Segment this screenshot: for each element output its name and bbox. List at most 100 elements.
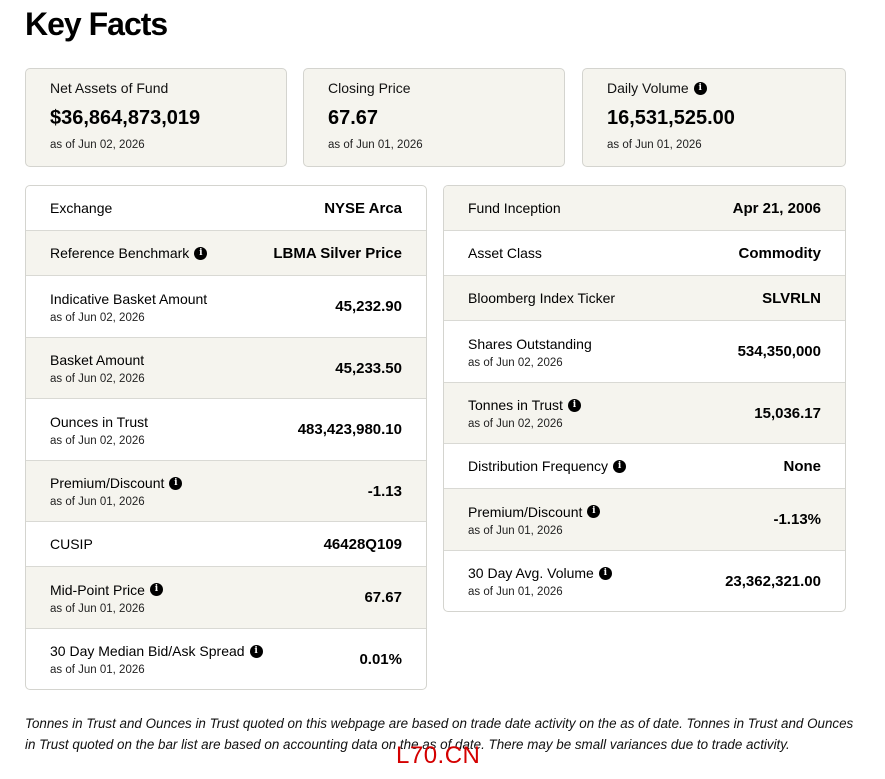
fact-label-text: Distribution Frequency [468,458,609,474]
fact-value: SLVRLN [762,289,821,307]
fact-label: 30 Day Avg. Volume i [468,564,612,582]
fact-label-text: Indicative Basket Amount [50,290,208,307]
fact-value: Commodity [738,244,822,262]
fact-label: Exchange [50,199,112,217]
fact-row-30-day-avg-volume: 30 Day Avg. Volume i as of Jun 01, 2026 23,… [444,550,845,611]
fact-asof: as of Jun 01, 2026 [50,664,145,676]
fact-label: Basket Amount [50,351,145,369]
fact-label-group: Basket Amount as of Jun 02, 2026 [50,351,145,385]
fact-row-premium-discount: Premium/Discount i as of Jun 01, 2026 -1.13 [26,460,426,521]
fact-row-mid-point-price: Mid-Point Price i as of Jun 01, 2026 67.67 [26,566,426,628]
card-daily-volume: Daily Volume i 16,531,525.00 as of Jun 01… [582,68,846,167]
fact-row-basket-amount: Basket Amount as of Jun 02, 2026 45,233.50 [26,337,426,398]
fact-label: Mid-Point Price i [50,581,163,599]
info-icon[interactable]: i [169,476,183,490]
fact-label: Premium/Discount i [50,474,183,492]
fact-asof: as of Jun 01, 2026 [468,524,563,537]
fact-label-text: Fund Inception [468,200,561,216]
card-label: Closing Price [328,79,540,97]
fact-row-tonnes-in-trust: Tonnes in Trust i as of Jun 02, 2026 15,036… [444,382,845,443]
fact-label: Fund Inception [468,199,561,217]
card-net-assets: Net Assets of Fund $36,864,873,019 as of… [25,68,287,167]
fact-asof: as of Jun 02, 2026 [50,373,145,385]
card-label-text: Net Assets of Fund [50,80,169,96]
fact-asof: as of Jun 01, 2026 [50,496,145,508]
fact-label: Shares Outstanding [468,335,592,353]
fact-value: -1.13% [773,511,821,528]
fact-value: 23,362,321.00 [725,572,821,590]
fact-label-group: Distribution Frequency i [468,457,627,475]
fact-value: 0.01% [359,650,402,668]
card-value: 16,531,525.00 [607,107,735,129]
fact-label-text: Tonnes in Trust [468,397,563,413]
fact-label-group: Exchange [50,199,112,217]
fact-value: 45,233.50 [335,359,402,377]
fact-value: NYSE Arca [324,199,402,217]
fact-label-group: Bloomberg Index Ticker [468,289,615,307]
fact-value: 67.67 [364,589,402,606]
info-icon[interactable]: i [194,246,208,260]
info-icon[interactable]: i [693,81,707,95]
card-asof: as of Jun 01, 2026 [607,139,702,151]
fact-label-group: Asset Class [468,244,542,262]
fact-label: CUSIP [50,535,93,553]
fact-label-text: Exchange [50,200,113,216]
info-icon[interactable]: i [249,644,263,658]
fact-label-group: Premium/Discount i as of Jun 01, 2026 [468,503,601,537]
fact-label-group: Fund Inception [468,199,561,217]
fact-asof: as of Jun 01, 2026 [468,586,563,598]
card-asof: as of Jun 01, 2026 [328,139,423,151]
fact-label-group: Reference Benchmark i [50,244,208,262]
fact-asof: as of Jun 02, 2026 [50,434,145,447]
card-value: 67.67 [328,107,379,129]
fact-label: Bloomberg Index Ticker [468,289,615,307]
card-label: Daily Volume i [607,79,821,97]
info-icon[interactable]: i [598,566,612,580]
card-label-text: Closing Price [328,80,411,96]
info-icon[interactable]: i [567,398,581,412]
fact-row-ounces-in-trust: Ounces in Trust as of Jun 02, 2026 483,423… [26,398,426,460]
fact-row-indicative-basket-amount: Indicative Basket Amount as of Jun 02, 20… [26,275,426,337]
info-icon[interactable]: i [587,505,601,518]
fact-value: 46428Q109 [323,535,402,553]
key-facts-table-right: Fund Inception Apr 21, 2006 Asset Class Com… [443,185,846,612]
card-label: Net Assets of Fund [50,79,262,97]
fact-label-group: 30 Day Avg. Volume i as of Jun 01, 2026 [468,564,612,598]
fact-asof: as of Jun 02, 2026 [468,418,563,430]
fact-value: LBMA Silver Price [273,244,402,262]
fact-value: -1.13 [367,482,402,500]
fact-label-text: CUSIP [50,536,93,552]
fact-label-text: Basket Amount [50,352,145,368]
fact-label-group: 30 Day Median Bid/Ask Spread i as of Jun 0… [50,642,263,676]
fact-label-text: Shares Outstanding [468,335,592,352]
fact-row-premium-discount: Premium/Discount i as of Jun 01, 2026 -1.13… [444,488,845,550]
fact-label: Tonnes in Trust i [468,396,581,414]
fact-label-text: Mid-Point Price [50,581,145,598]
fact-label: Ounces in Trust [50,413,148,431]
fact-label: Distribution Frequency i [468,457,627,475]
fact-row-30-day-median-bid-ask-spread: 30 Day Median Bid/Ask Spread i as of Jun 0… [26,628,426,689]
card-asof: as of Jun 02, 2026 [50,139,145,151]
fact-row-bloomberg-index-ticker: Bloomberg Index Ticker SLVRLN [444,275,845,320]
fact-row-exchange: Exchange NYSE Arca [26,186,426,230]
fact-row-reference-benchmark: Reference Benchmark i LBMA Silver Price [26,230,426,275]
fact-label-group: CUSIP [50,535,93,553]
fact-label-text: Premium/Discount [468,503,583,520]
fact-value: Apr 21, 2006 [732,199,821,217]
fact-value: 483,423,980.10 [297,421,402,438]
info-icon[interactable]: i [613,459,627,473]
fact-label-text: Premium/Discount [50,475,165,491]
info-icon[interactable]: i [149,583,163,596]
fact-label-group: Indicative Basket Amount as of Jun 02, 20… [50,290,207,324]
fact-label: Indicative Basket Amount [50,290,207,308]
fact-label-text: 30 Day Avg. Volume [468,565,594,581]
fact-row-shares-outstanding: Shares Outstanding as of Jun 02, 2026 534,… [444,320,845,382]
page-title: Key Facts [25,6,168,42]
fact-label-group: Tonnes in Trust i as of Jun 02, 2026 [468,396,581,430]
fact-row-distribution-frequency: Distribution Frequency i None [444,443,845,488]
fact-label: Asset Class [468,244,542,262]
fact-value: None [783,457,822,475]
card-closing-price: Closing Price 67.67 as of Jun 01, 2026 [303,68,565,167]
fact-label-group: Mid-Point Price i as of Jun 01, 2026 [50,581,163,615]
fact-label-group: Premium/Discount i as of Jun 01, 2026 [50,474,183,508]
